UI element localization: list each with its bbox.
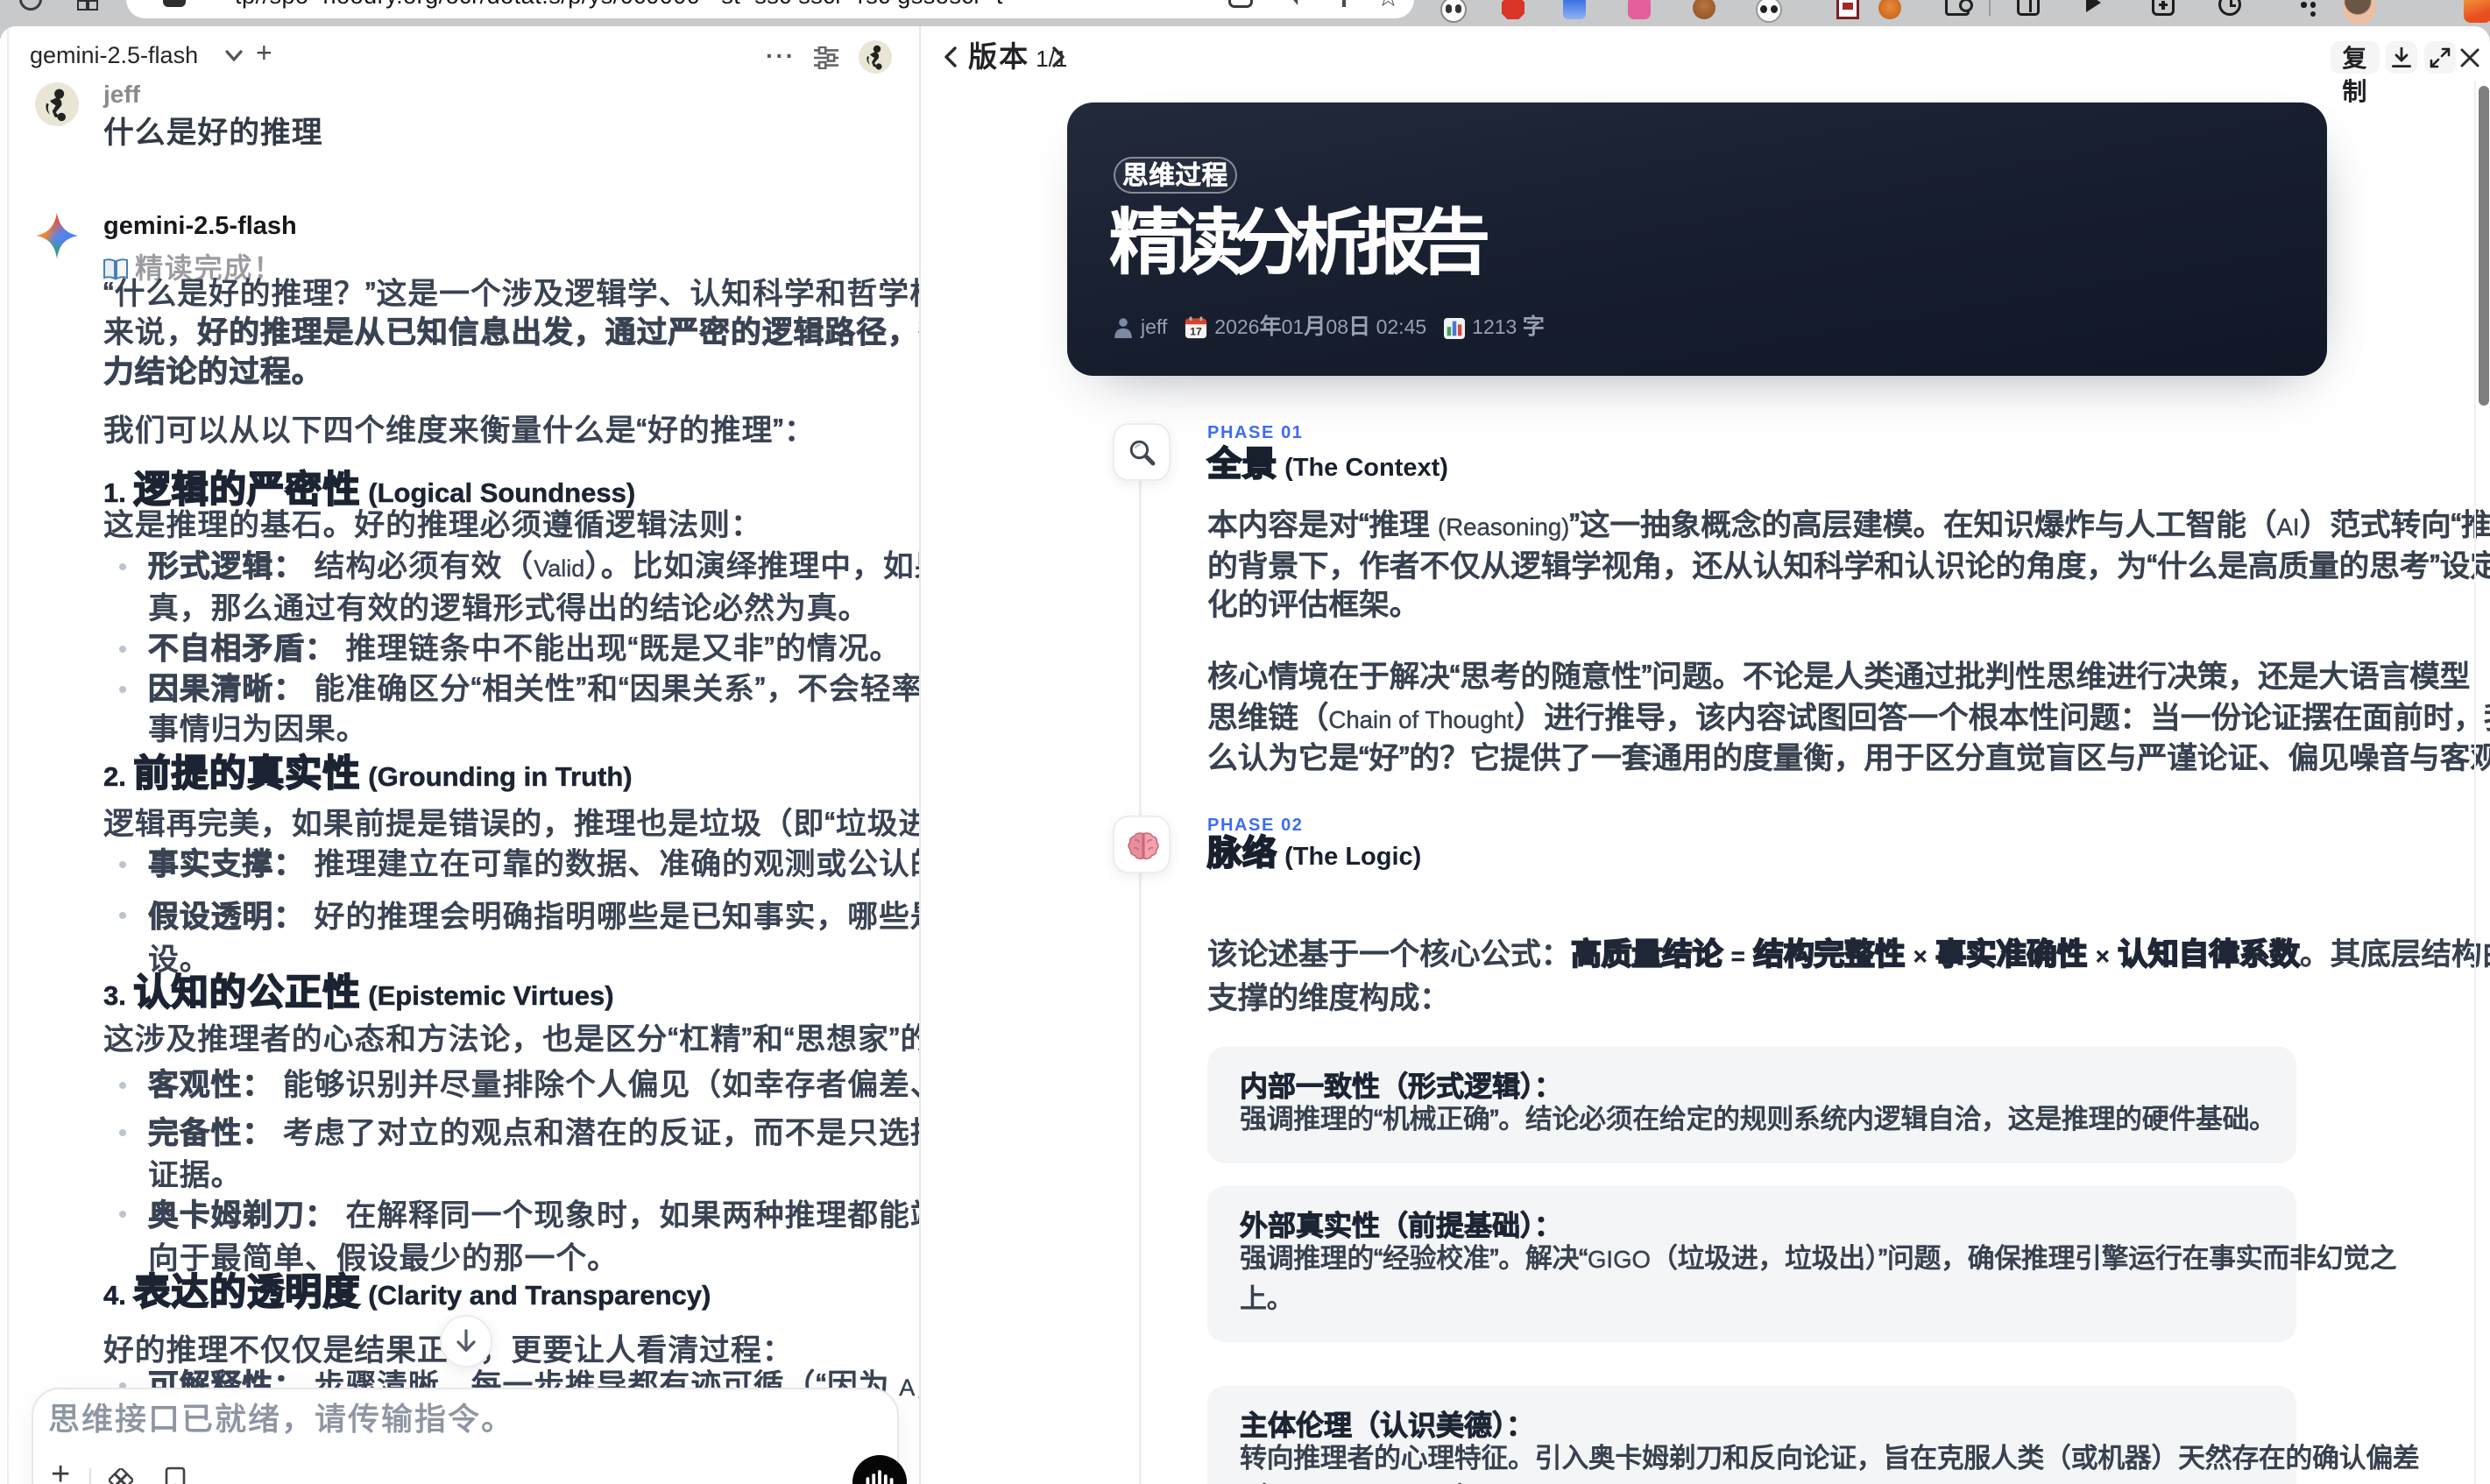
svg-text:17: 17 — [1191, 325, 1203, 337]
